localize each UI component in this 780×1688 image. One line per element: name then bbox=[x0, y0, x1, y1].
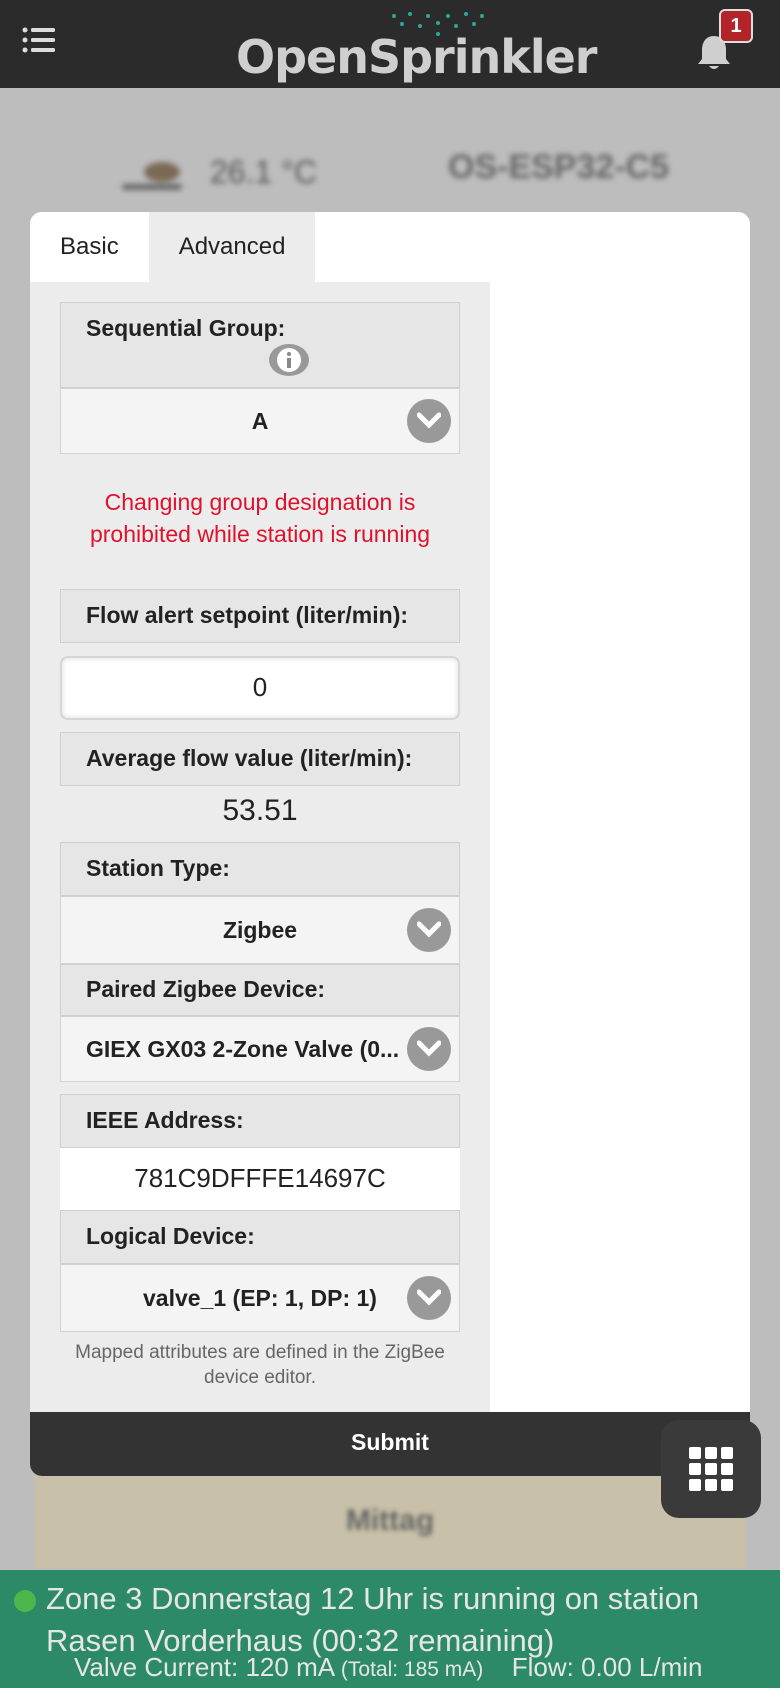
chevron-down-icon bbox=[407, 1027, 451, 1071]
average-flow-label: Average flow value (liter/min): bbox=[60, 732, 460, 786]
logical-device-select[interactable]: valve_1 (EP: 1, DP: 1) bbox=[60, 1264, 460, 1332]
device-name: OS-ESP32-C5 bbox=[448, 148, 670, 186]
group-warning: Changing group designation is prohibited… bbox=[60, 486, 460, 550]
logical-device-value: valve_1 (EP: 1, DP: 1) bbox=[143, 1285, 377, 1311]
app-header: OpenSprinkler 1 bbox=[0, 0, 780, 88]
ieee-address-label: IEEE Address: bbox=[60, 1094, 460, 1148]
logical-device-label: Logical Device: bbox=[60, 1210, 460, 1264]
sequential-group-select[interactable]: A bbox=[60, 388, 460, 454]
running-indicator bbox=[14, 1590, 36, 1612]
tab-advanced[interactable]: Advanced bbox=[148, 212, 316, 282]
group-warning-line1: Changing group designation is bbox=[104, 489, 416, 515]
weather-widget: 26.1 °C bbox=[122, 150, 322, 200]
chevron-down-icon bbox=[407, 908, 451, 952]
paired-device-label: Paired Zigbee Device: bbox=[60, 964, 460, 1016]
sequential-group-label-box: Sequential Group: bbox=[60, 302, 460, 388]
note-line2: device editor. bbox=[204, 1367, 316, 1388]
temperature-text: 26.1 °C bbox=[210, 154, 318, 190]
advanced-panel: Sequential Group: A Changing group desig… bbox=[30, 282, 490, 1412]
notification-badge[interactable]: 1 bbox=[719, 9, 753, 43]
station-type-select[interactable]: Zigbee bbox=[60, 896, 460, 964]
paired-device-select[interactable]: GIEX GX03 2-Zone Valve (0... bbox=[60, 1016, 460, 1082]
flow-alert-input[interactable]: 0 bbox=[60, 656, 460, 720]
status-metrics: Valve Current: 120 mA (Total: 185 mA) Fl… bbox=[74, 1652, 703, 1683]
status-bar[interactable]: Zone 3 Donnerstag 12 Uhr is running on s… bbox=[0, 1570, 780, 1688]
chevron-down-icon bbox=[407, 1276, 451, 1320]
station-settings-modal: Basic Advanced Sequential Group: A Chang… bbox=[30, 212, 750, 1476]
note-line1: Mapped attributes are defined in the Zig… bbox=[75, 1342, 445, 1363]
grid-icon bbox=[689, 1447, 733, 1491]
mapped-attributes-note: Mapped attributes are defined in the Zig… bbox=[60, 1340, 460, 1390]
app-grid-button[interactable] bbox=[661, 1420, 761, 1518]
app-logo: OpenSprinkler bbox=[236, 30, 597, 84]
weather-icon bbox=[122, 162, 182, 190]
flow-alert-label: Flow alert setpoint (liter/min): bbox=[60, 589, 460, 643]
flow-rate: Flow: 0.00 L/min bbox=[511, 1652, 703, 1682]
valve-current: Valve Current: 120 mA bbox=[74, 1652, 334, 1682]
ieee-address-value: 781C9DFFFE14697C bbox=[60, 1148, 460, 1210]
total-current: (Total: 185 mA) bbox=[340, 1658, 484, 1681]
submit-button[interactable]: Submit bbox=[30, 1412, 750, 1476]
program-card[interactable]: Mittag bbox=[34, 1476, 746, 1568]
station-type-value: Zigbee bbox=[222, 917, 298, 943]
paired-device-value: GIEX GX03 2-Zone Valve (0... bbox=[86, 1036, 400, 1062]
sequential-group-value: A bbox=[251, 408, 269, 434]
tab-bar: Basic Advanced bbox=[30, 212, 316, 282]
sequential-group-label: Sequential Group: bbox=[86, 315, 286, 341]
status-message: Zone 3 Donnerstag 12 Uhr is running on s… bbox=[46, 1581, 700, 1658]
tab-basic[interactable]: Basic bbox=[30, 212, 149, 282]
station-type-label: Station Type: bbox=[60, 842, 460, 896]
info-icon[interactable] bbox=[268, 343, 310, 377]
average-flow-value: 53.51 bbox=[222, 794, 298, 827]
group-warning-line2: prohibited while station is running bbox=[89, 521, 431, 547]
program-label: Mittag bbox=[345, 1504, 435, 1537]
chevron-down-icon bbox=[407, 399, 451, 443]
menu-icon[interactable] bbox=[22, 26, 56, 54]
